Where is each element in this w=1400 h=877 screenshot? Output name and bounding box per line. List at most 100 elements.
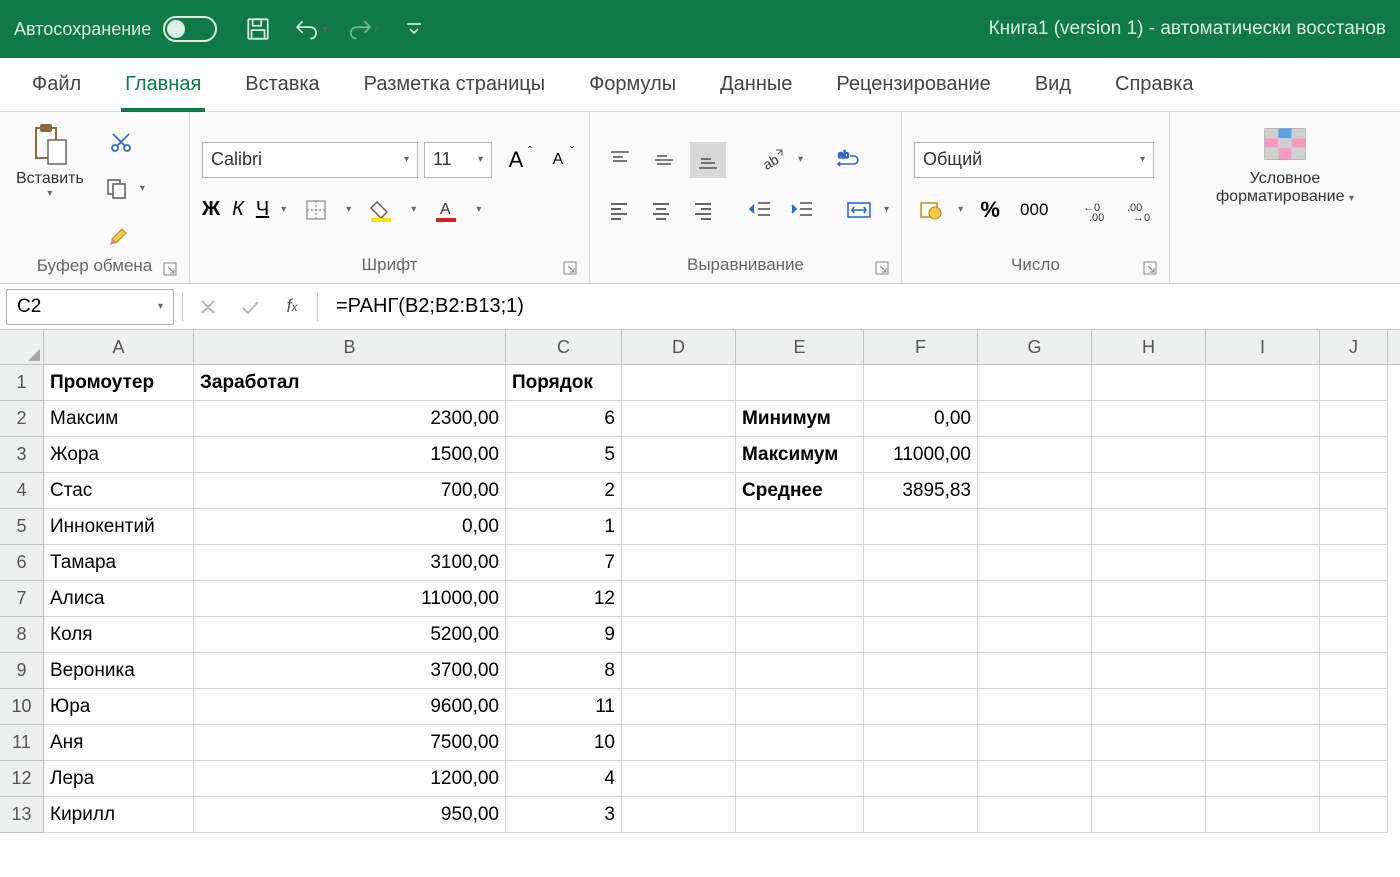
align-top-button[interactable] [602,142,638,178]
tab-вставка[interactable]: Вставка [223,58,341,112]
cell[interactable] [1092,437,1206,473]
cell[interactable]: Среднее [736,473,864,509]
column-header[interactable]: B [194,330,506,364]
cell[interactable] [978,545,1092,581]
number-format-combo[interactable]: Общий▾ [914,142,1154,178]
chevron-down-icon[interactable]: ▾ [411,204,416,215]
cell[interactable] [978,509,1092,545]
redo-icon[interactable]: ▾ [345,12,379,46]
italic-button[interactable]: К [232,198,244,221]
increase-decimal-button[interactable]: ←0.00 [1079,192,1113,228]
cell[interactable] [978,761,1092,797]
decrease-decimal-button[interactable]: .00→0 [1123,192,1157,228]
cell[interactable] [1206,581,1320,617]
shrink-font-button[interactable]: Aˇ [540,142,576,178]
cell[interactable]: Заработал [194,365,506,401]
cell[interactable] [622,509,736,545]
format-painter-button[interactable] [103,216,139,252]
tab-рецензирование[interactable]: Рецензирование [814,58,1012,112]
cell[interactable] [622,725,736,761]
cell[interactable]: Жора [44,437,194,473]
cell[interactable] [1206,437,1320,473]
cell[interactable] [1092,653,1206,689]
cell[interactable] [1206,797,1320,833]
cell[interactable] [1092,581,1206,617]
wrap-text-button[interactable]: ab [831,142,867,178]
cell[interactable] [622,617,736,653]
cell[interactable] [1092,761,1206,797]
cell[interactable]: Максимум [736,437,864,473]
cell[interactable]: 0,00 [864,401,978,437]
font-size-combo[interactable]: 11▾ [424,142,492,178]
column-header[interactable]: F [864,330,978,364]
cell[interactable] [622,401,736,437]
cell[interactable] [1206,509,1320,545]
cell[interactable] [1206,725,1320,761]
cell[interactable] [1320,725,1388,761]
cell[interactable] [864,545,978,581]
cell[interactable] [978,365,1092,401]
cell[interactable] [622,689,736,725]
grow-font-button[interactable]: Aˆ [498,142,534,178]
bold-button[interactable]: Ж [202,198,220,221]
cell[interactable] [1320,473,1388,509]
cell[interactable]: Юра [44,689,194,725]
cell[interactable]: 7500,00 [194,725,506,761]
cell[interactable] [1092,509,1206,545]
autosave-toggle[interactable] [163,16,217,42]
cell[interactable] [736,581,864,617]
cell[interactable] [1206,761,1320,797]
cell[interactable] [1092,797,1206,833]
cell[interactable]: 5 [506,437,622,473]
cell[interactable]: 1 [506,509,622,545]
cell[interactable]: Иннокентий [44,509,194,545]
cell[interactable] [622,545,736,581]
chevron-down-icon[interactable]: ▾ [798,154,803,165]
row-header[interactable]: 2 [0,401,44,437]
dialog-launcher-icon[interactable] [875,261,889,275]
cell[interactable] [622,365,736,401]
cell[interactable] [1320,509,1388,545]
cell[interactable]: Лера [44,761,194,797]
cell[interactable]: 11 [506,689,622,725]
row-header[interactable]: 6 [0,545,44,581]
cancel-formula-button[interactable] [191,290,225,324]
decrease-indent-button[interactable] [743,192,777,228]
customize-qat-icon[interactable] [397,12,431,46]
tab-главная[interactable]: Главная [103,58,223,112]
cell[interactable]: Стас [44,473,194,509]
cell[interactable] [1092,365,1206,401]
enter-formula-button[interactable] [233,290,267,324]
cell[interactable] [1092,617,1206,653]
cell[interactable] [1092,401,1206,437]
cell[interactable] [736,653,864,689]
fill-color-button[interactable] [363,192,399,228]
cell[interactable] [978,437,1092,473]
cell[interactable] [978,653,1092,689]
formula-input[interactable] [326,295,1394,318]
cell[interactable] [1206,617,1320,653]
cell[interactable] [1320,617,1388,653]
cell[interactable]: 5200,00 [194,617,506,653]
cell[interactable] [1206,545,1320,581]
dialog-launcher-icon[interactable] [563,261,577,275]
cell[interactable] [736,725,864,761]
cell[interactable] [1206,653,1320,689]
align-middle-button[interactable] [646,142,682,178]
cell[interactable] [864,725,978,761]
cell[interactable]: 7 [506,545,622,581]
orientation-button[interactable]: ab [754,142,790,178]
tab-разметка страницы[interactable]: Разметка страницы [342,58,567,112]
cell[interactable]: 3100,00 [194,545,506,581]
cell[interactable] [864,509,978,545]
chevron-down-icon[interactable]: ▾ [884,204,889,215]
align-center-button[interactable] [644,192,678,228]
cell[interactable] [864,365,978,401]
dialog-launcher-icon[interactable] [1143,261,1157,275]
cell[interactable] [1320,365,1388,401]
percent-button[interactable]: % [973,192,1007,228]
cell[interactable] [1092,689,1206,725]
cell[interactable]: Промоутер [44,365,194,401]
column-header[interactable]: I [1206,330,1320,364]
align-left-button[interactable] [602,192,636,228]
